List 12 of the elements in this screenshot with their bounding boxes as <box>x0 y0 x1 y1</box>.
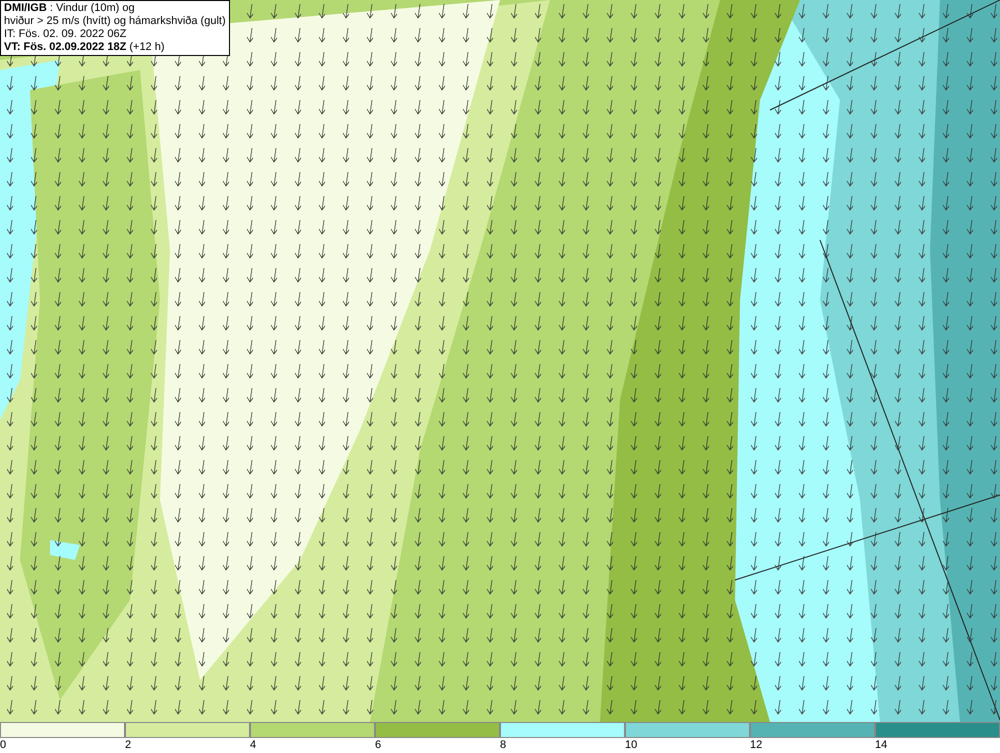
title-text: VT: Fös. 02.09.2022 18Z (+12 h) <box>4 41 166 54</box>
legend-label: 12 <box>750 738 762 753</box>
title-text: DMI/IGB : Vindur (10m) og <box>4 2 136 15</box>
legend-label: 6 <box>375 738 382 753</box>
legend-label: 8 <box>500 738 506 753</box>
legend-label: 4 <box>250 738 256 753</box>
title-text: hviður > 25 m/s (hvítt) og hámarkshviða (gult) <box>4 15 226 28</box>
legend-label: 2 <box>125 738 132 753</box>
legend-label: 10 <box>625 738 638 753</box>
legend-label: 14 <box>875 738 888 753</box>
legend-label: 0 <box>0 738 6 753</box>
title-text: IT: Fös. 02. 09. 2022 06Z <box>4 28 128 41</box>
